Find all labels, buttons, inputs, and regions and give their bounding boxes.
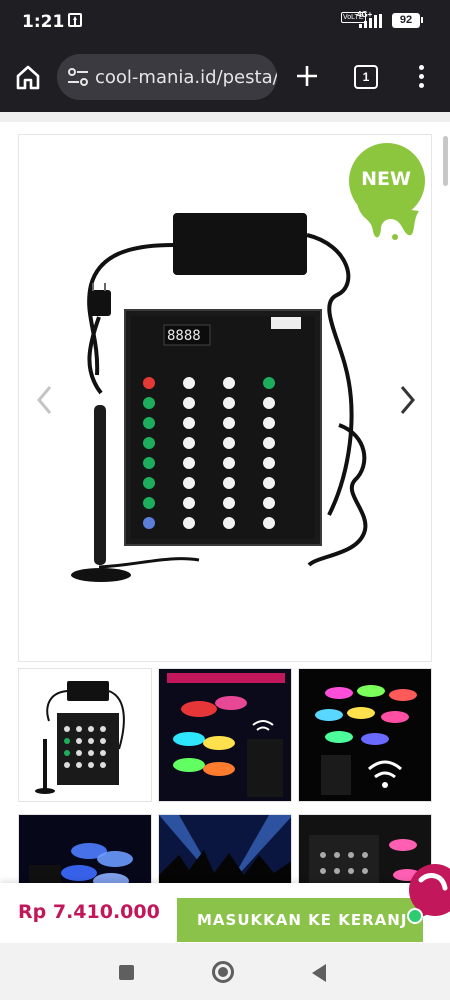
- carousel-prev-icon[interactable]: [33, 383, 57, 417]
- signal-icon: 4G+: [357, 10, 387, 28]
- address-bar[interactable]: cool-mania.id/pesta/: [57, 54, 277, 100]
- product-price: Rp 7.410.000: [18, 901, 160, 923]
- home-circle-icon[interactable]: [212, 961, 234, 983]
- system-nav-bar: [0, 943, 450, 1000]
- add-to-cart-button[interactable]: MASUKKAN KE KERANJ: [177, 898, 423, 942]
- scrollbar[interactable]: [443, 136, 448, 186]
- new-tab-icon[interactable]: [295, 64, 319, 88]
- page-divider: [0, 112, 450, 122]
- menu-icon[interactable]: [410, 64, 434, 90]
- thumbnail-led-wristbands-remote[interactable]: [158, 668, 292, 802]
- purchase-bar: Rp 7.410.000 MASUKKAN KE KERANJ: [0, 883, 450, 943]
- product-page: 8888 NEW: [0, 112, 450, 890]
- thumbnail-controller-kit[interactable]: [18, 668, 152, 802]
- home-icon[interactable]: [14, 63, 42, 91]
- carousel-next-icon[interactable]: [395, 383, 419, 417]
- battery-icon: 92: [392, 13, 423, 28]
- svg-text:8888: 8888: [167, 328, 201, 344]
- recents-icon[interactable]: [119, 965, 134, 980]
- chat-bubble-icon[interactable]: [405, 862, 450, 926]
- new-badge: NEW: [361, 168, 411, 190]
- upload-icon: [68, 13, 82, 27]
- site-info-icon[interactable]: [67, 68, 89, 86]
- url-text: cool-mania.id/pesta/: [95, 67, 277, 88]
- thumbnail-concert-crowd[interactable]: [158, 814, 292, 890]
- thumbnail-glowing-wristbands-wifi[interactable]: [298, 668, 432, 802]
- new-badge-icon: [349, 143, 425, 240]
- tabs-icon[interactable]: 1: [354, 65, 378, 89]
- thumbnail-blue-wristbands[interactable]: [18, 814, 152, 890]
- status-time: 1:21: [22, 12, 65, 32]
- product-main-image[interactable]: 8888 NEW: [18, 134, 432, 662]
- status-bar: 1:21 VoLTE 4G+ 92: [0, 0, 450, 42]
- browser-toolbar: cool-mania.id/pesta/ 1: [0, 42, 450, 112]
- back-icon[interactable]: [312, 964, 326, 982]
